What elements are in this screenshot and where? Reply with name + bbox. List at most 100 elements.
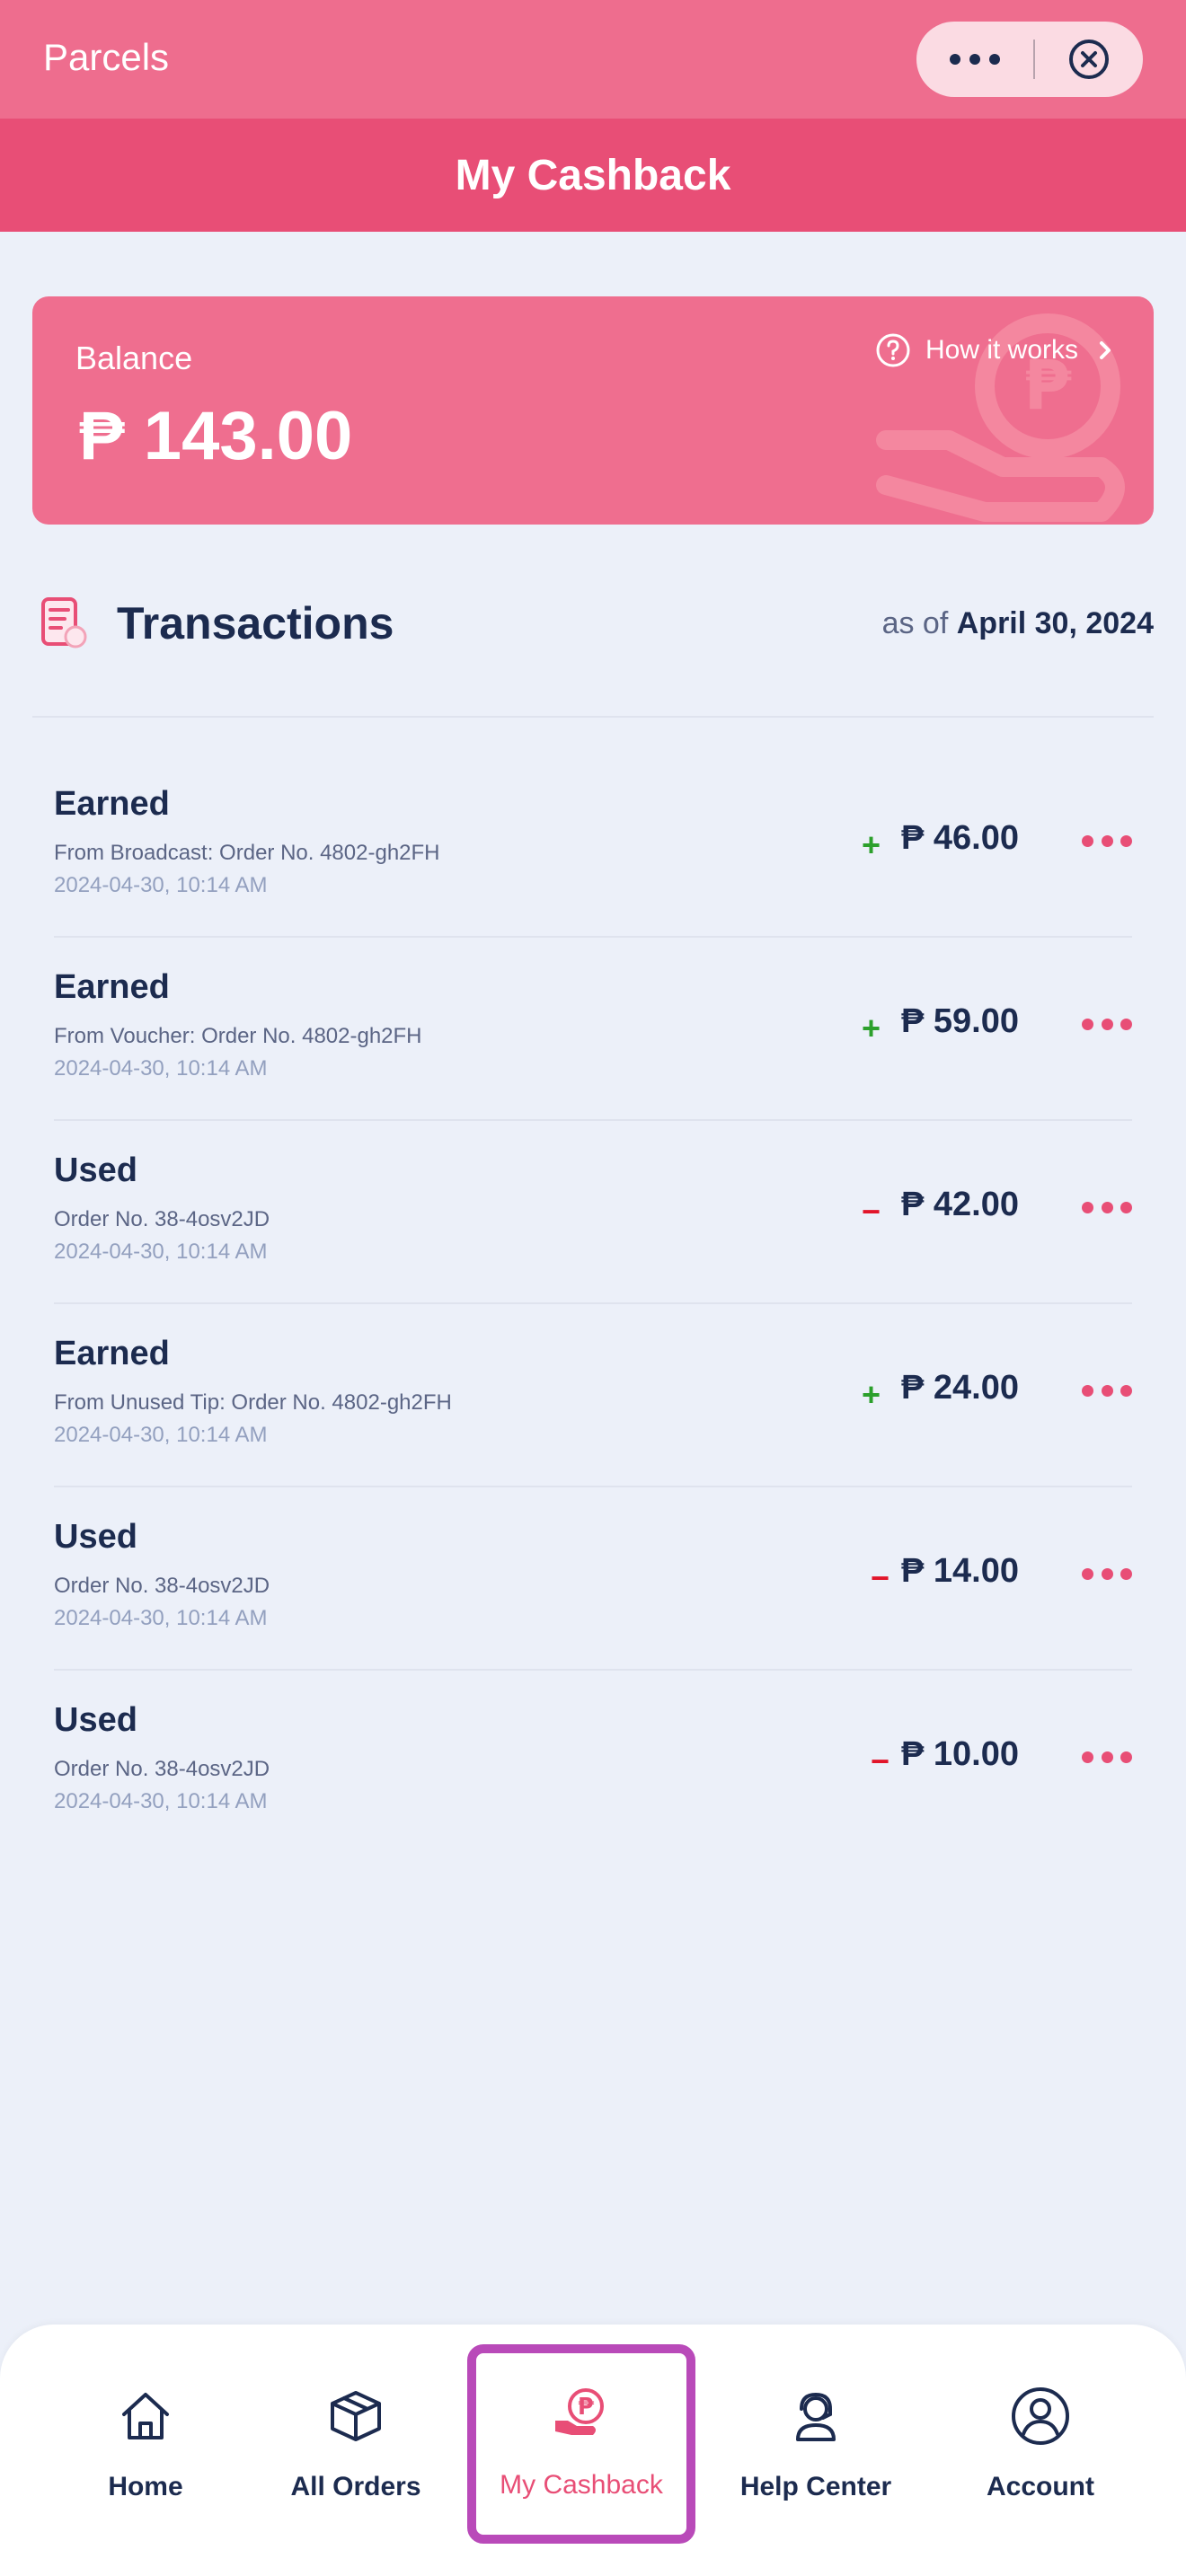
transaction-row: Used Order No. 38-4osv2JD 2024-04-30, 10… (54, 1487, 1132, 1671)
headset-icon (796, 2392, 836, 2441)
transaction-description: From Unused Tip: Order No. 4802-gh2FH (54, 1390, 452, 1415)
transaction-more-button[interactable] (1082, 1566, 1132, 1581)
transaction-sign: + (861, 1376, 881, 1413)
transaction-type: Used (54, 1518, 137, 1556)
transaction-date: 2024-04-30, 10:14 AM (54, 1606, 268, 1630)
transaction-more-button[interactable] (1082, 1383, 1132, 1398)
close-circle-icon (1069, 40, 1109, 79)
dot-icon (1120, 1384, 1132, 1397)
nav-all-orders[interactable]: All Orders (257, 2346, 455, 2544)
dot-icon (1082, 834, 1093, 847)
dot-icon (1082, 1567, 1093, 1580)
transaction-type: Used (54, 1151, 137, 1189)
transaction-type: Earned (54, 785, 170, 823)
mini-program-capsule (916, 22, 1143, 97)
top-bar: Parcels (0, 0, 1186, 119)
nav-my-cashback[interactable]: ₱ My Cashback (467, 2344, 695, 2544)
bottom-nav: Home All Orders ₱ My Cashback Help Cente… (0, 2325, 1186, 2576)
as-of-date: as of April 30, 2024 (882, 606, 1154, 641)
dot-icon (989, 54, 1000, 65)
transactions-header: Transactions as of April 30, 2024 (32, 584, 1154, 663)
transaction-more-button[interactable] (1082, 1750, 1132, 1764)
transaction-type: Earned (54, 1335, 170, 1372)
dot-icon (1120, 1751, 1132, 1763)
dot-icon (1120, 1018, 1132, 1030)
transaction-description: From Broadcast: Order No. 4802-gh2FH (54, 841, 440, 865)
nav-home[interactable]: Home (47, 2346, 244, 2544)
question-circle-icon (876, 333, 910, 367)
page-title: My Cashback (455, 151, 731, 199)
transaction-date: 2024-04-30, 10:14 AM (54, 1789, 268, 1813)
transaction-sign: − (870, 1742, 890, 1779)
nav-help-center[interactable]: Help Center (717, 2346, 915, 2544)
transaction-date: 2024-04-30, 10:14 AM (54, 1056, 268, 1081)
dot-icon (969, 54, 980, 65)
more-options-button[interactable] (916, 22, 1033, 97)
dot-icon (950, 54, 960, 65)
transaction-row: Earned From Broadcast: Order No. 4802-gh… (54, 754, 1132, 938)
dot-icon (1120, 1201, 1132, 1213)
transaction-description: Order No. 38-4osv2JD (54, 1207, 270, 1231)
nav-account[interactable]: Account (942, 2346, 1139, 2544)
home-icon (122, 2393, 169, 2439)
transaction-amount: ₱ 14.00 (901, 1552, 1019, 1590)
chevron-right-icon (1100, 341, 1111, 359)
transaction-row: Used Order No. 38-4osv2JD 2024-04-30, 10… (54, 1671, 1132, 1854)
transaction-description: Order No. 38-4osv2JD (54, 1757, 270, 1781)
nav-all-orders-label: All Orders (290, 2472, 421, 2501)
svg-text:₱: ₱ (578, 2394, 595, 2421)
box-icon (331, 2391, 381, 2441)
balance-amount: ₱ 143.00 (79, 398, 353, 474)
dot-icon (1101, 1384, 1113, 1397)
transaction-sign: + (861, 826, 881, 863)
transaction-type: Earned (54, 968, 170, 1006)
dot-icon (1101, 1018, 1113, 1030)
nav-my-cashback-label: My Cashback (500, 2470, 663, 2500)
transaction-type: Used (54, 1701, 137, 1739)
user-icon (1012, 2387, 1069, 2445)
transaction-amount: ₱ 59.00 (901, 1002, 1019, 1040)
transaction-sign: − (861, 1193, 881, 1230)
transaction-description: From Voucher: Order No. 4802-gh2FH (54, 1024, 422, 1048)
balance-card: ₱ Balance ₱ 143.00 How it works (32, 296, 1154, 525)
dot-icon (1082, 1751, 1093, 1763)
dot-icon (1082, 1201, 1093, 1213)
transaction-date: 2024-04-30, 10:14 AM (54, 873, 268, 897)
dot-icon (1082, 1018, 1093, 1030)
transaction-more-button[interactable] (1082, 1017, 1132, 1031)
nav-account-label: Account (987, 2472, 1094, 2501)
as-of-prefix: as of (881, 605, 949, 640)
how-it-works-label: How it works (925, 335, 1078, 365)
close-button[interactable] (1035, 22, 1143, 97)
transaction-amount: ₱ 24.00 (901, 1369, 1019, 1407)
divider (32, 716, 1154, 718)
receipt-icon (41, 597, 87, 648)
balance-label: Balance (75, 340, 193, 376)
transaction-more-button[interactable] (1082, 834, 1132, 848)
app-name: Parcels (43, 36, 170, 78)
as-of-value: April 30, 2024 (956, 605, 1154, 640)
transaction-sign: + (861, 1010, 881, 1046)
transaction-row: Earned From Unused Tip: Order No. 4802-g… (54, 1304, 1132, 1487)
transactions-list: Earned From Broadcast: Order No. 4802-gh… (54, 754, 1132, 1854)
dot-icon (1101, 1201, 1113, 1213)
how-it-works-link[interactable]: How it works (875, 323, 1118, 377)
dot-icon (1120, 834, 1132, 847)
transaction-amount: ₱ 42.00 (901, 1186, 1019, 1223)
transaction-date: 2024-04-30, 10:14 AM (54, 1423, 268, 1447)
transaction-amount: ₱ 10.00 (901, 1735, 1019, 1773)
nav-help-center-label: Help Center (739, 2472, 892, 2501)
dot-icon (1101, 1751, 1113, 1763)
dot-icon (1082, 1384, 1093, 1397)
dot-icon (1120, 1567, 1132, 1580)
transaction-date: 2024-04-30, 10:14 AM (54, 1239, 268, 1264)
transaction-row: Earned From Voucher: Order No. 4802-gh2F… (54, 938, 1132, 1121)
dot-icon (1101, 1567, 1113, 1580)
transaction-row: Used Order No. 38-4osv2JD 2024-04-30, 10… (54, 1121, 1132, 1304)
title-bar: My Cashback (0, 119, 1186, 232)
transaction-more-button[interactable] (1082, 1200, 1132, 1214)
transaction-sign: − (870, 1559, 890, 1596)
transaction-description: Order No. 38-4osv2JD (54, 1574, 270, 1598)
transactions-title: Transactions (117, 598, 394, 648)
nav-home-label: Home (108, 2472, 183, 2501)
